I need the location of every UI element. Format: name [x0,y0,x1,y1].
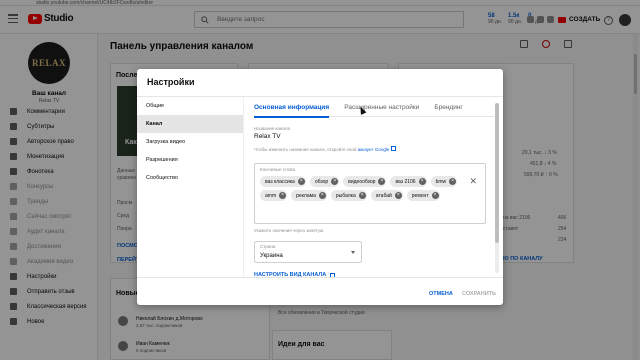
remove-chip-icon[interactable]: × [318,192,326,199]
cancel-button[interactable]: ОТМЕНА [429,291,453,297]
divider [137,277,503,278]
keyword-text: атабай [375,192,392,199]
keyword-text: обзор [314,178,329,185]
channel-name-hint: Чтобы изменить название канала, откройте… [254,146,396,152]
keyword-chip: bmw × [430,176,458,187]
keyword-chip: видеообзор × [343,176,387,187]
keyword-chip: обзор × [309,176,340,187]
keywords-hint: Укажите значения через запятую. [254,228,325,233]
keyword-text: ваз классика [265,178,295,185]
keyword-text: видеообзор [348,178,376,185]
dialog-title: Настройки [147,77,195,87]
country-select[interactable]: Страна Украина [254,241,362,263]
keyword-text: ремонт [411,192,429,199]
settings-nav-community[interactable]: Сообщество [137,169,243,187]
settings-dialog: Настройки Общие Канал Загрузка видео Раз… [137,69,503,305]
settings-content: Основная информация Расширенные настройк… [243,97,503,278]
keyword-chip: ваз 2106 × [390,176,427,187]
settings-tabs: Основная информация Расширенные настройк… [254,97,494,118]
keyword-text: bmw [435,178,447,185]
keyword-chip: ваз классика × [260,176,306,187]
clear-keywords-icon[interactable]: ✕ [469,177,477,186]
external-link-icon [390,146,396,151]
settings-sidebar: Общие Канал Загрузка видео Разрешения Со… [137,97,243,277]
keyword-chip: рыбалка × [330,190,367,201]
remove-chip-icon[interactable]: × [297,178,305,185]
tab-branding[interactable]: Брендинг [434,97,462,117]
remove-chip-icon[interactable]: × [418,178,426,185]
keywords-label: Ключевые слова [260,167,296,172]
country-label: Страна [260,244,276,249]
channel-name-label: Название канала [254,126,291,131]
keyword-text: реклама [296,192,316,199]
remove-chip-icon[interactable]: × [449,178,457,185]
keyword-text: ваз 2106 [395,178,416,185]
keywords-field[interactable]: Ключевые слова ваз классика × обзор × видеоо… [254,163,486,224]
keyword-chip: атабай × [370,190,403,201]
channel-name-value: Relax TV [254,133,281,140]
remove-chip-icon[interactable]: × [394,192,402,199]
keyword-chip: amm × [260,190,288,201]
dialog-scrollbar[interactable] [495,103,499,273]
keyword-chips: ваз классика × обзор × видеообзор × ваз 2106 × b… [260,176,460,201]
keyword-chip: ремонт × [406,190,440,201]
keyword-text: amm [265,192,277,199]
keyword-chip: реклама × [291,190,327,201]
remove-chip-icon[interactable]: × [378,178,386,185]
settings-nav-upload-defaults[interactable]: Загрузка видео [137,133,243,151]
tab-basic-info[interactable]: Основная информация [254,97,330,118]
settings-nav-general[interactable]: Общие [137,97,243,115]
keyword-text: рыбалка [335,192,356,199]
dropdown-caret-icon [351,251,355,254]
remove-chip-icon[interactable]: × [431,192,439,199]
remove-chip-icon[interactable]: × [358,192,366,199]
google-account-link[interactable]: аккаунт Google [358,147,390,152]
save-button[interactable]: СОХРАНИТЬ [462,291,496,297]
tab-advanced-settings[interactable]: Расширенные настройки [344,97,419,117]
settings-nav-permissions[interactable]: Разрешения [137,151,243,169]
country-value: Украина [260,253,283,259]
settings-nav-channel[interactable]: Канал [137,115,243,133]
remove-chip-icon[interactable]: × [279,192,287,199]
remove-chip-icon[interactable]: × [331,178,339,185]
hint-text: Чтобы изменить название канала, откройте… [254,147,357,152]
